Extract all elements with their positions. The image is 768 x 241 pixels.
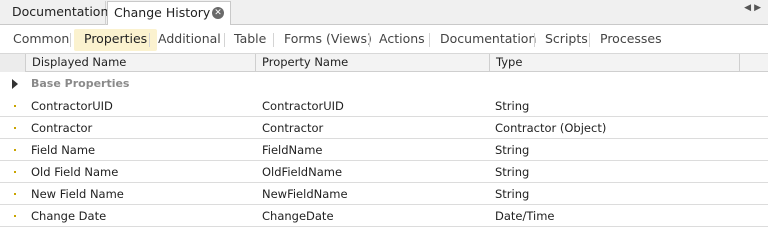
tab-change-history-label: Change History * xyxy=(114,5,221,20)
tab-separator xyxy=(534,33,535,47)
row-marker-icon xyxy=(14,149,16,151)
row-marker-icon xyxy=(14,171,16,173)
chevron-left-icon[interactable]: ◀ xyxy=(744,3,754,13)
tab-scripts[interactable]: Scripts xyxy=(545,29,588,51)
row-marker-icon xyxy=(14,215,16,217)
displayed-name-cell: ContractorUID xyxy=(31,99,113,113)
displayed-name-cell: Old Field Name xyxy=(31,165,119,179)
tab-separator xyxy=(369,33,370,47)
row-marker-icon xyxy=(14,193,16,195)
tab-documentation[interactable]: Documentation xyxy=(0,1,108,25)
grid-header: Displayed Name Property Name Type xyxy=(0,54,768,72)
row-marker-icon xyxy=(14,127,16,129)
table-row[interactable]: New Field Name NewFieldName String xyxy=(0,183,768,205)
type-cell: String xyxy=(495,143,530,157)
column-header-filler xyxy=(740,54,768,72)
property-name-cell: NewFieldName xyxy=(262,187,348,201)
displayed-name-cell: Contractor xyxy=(31,121,93,135)
section-tab-bar: Common Properties Additional Table Forms… xyxy=(0,25,768,53)
close-icon[interactable]: ✕ xyxy=(212,7,224,19)
column-header-type[interactable]: Type xyxy=(490,54,740,72)
tab-scroll-arrows: ◀▶ xyxy=(744,3,764,13)
tab-separator xyxy=(149,33,150,47)
tab-separator xyxy=(589,33,590,47)
document-tab-strip: Documentation Change History * ✕ ◀▶ xyxy=(0,0,768,26)
expand-arrow-icon[interactable] xyxy=(12,79,18,89)
property-name-cell: OldFieldName xyxy=(262,165,343,179)
chevron-right-icon[interactable]: ▶ xyxy=(754,3,764,13)
table-row[interactable]: Old Field Name OldFieldName String xyxy=(0,161,768,183)
tab-separator xyxy=(224,33,225,47)
type-cell: Date/Time xyxy=(495,209,555,223)
row-indicator-header xyxy=(0,54,26,72)
group-label: Base Properties xyxy=(31,77,130,90)
tab-properties[interactable]: Properties xyxy=(74,29,158,51)
properties-grid: Displayed Name Property Name Type Base P… xyxy=(0,53,768,241)
type-cell: Contractor (Object) xyxy=(495,121,607,135)
type-cell: String xyxy=(495,165,530,179)
table-row[interactable]: Change Date ChangeDate Date/Time xyxy=(0,205,768,227)
group-row-base-properties[interactable]: Base Properties xyxy=(0,73,768,95)
type-cell: String xyxy=(495,99,530,113)
property-name-cell: Contractor xyxy=(262,121,324,135)
tab-separator xyxy=(429,33,430,47)
column-header-property-name[interactable]: Property Name xyxy=(256,54,490,72)
table-row[interactable]: ContractorUID ContractorUID String xyxy=(0,95,768,117)
property-name-cell: ChangeDate xyxy=(262,209,334,223)
displayed-name-cell: Field Name xyxy=(31,143,96,157)
displayed-name-cell: Change Date xyxy=(31,209,107,223)
tab-documentation-section[interactable]: Documentation xyxy=(440,29,536,51)
tab-processes[interactable]: Processes xyxy=(600,29,662,51)
tab-actions[interactable]: Actions xyxy=(379,29,425,51)
tab-separator xyxy=(273,33,274,47)
table-row[interactable]: Field Name FieldName String xyxy=(0,139,768,161)
table-row[interactable]: Contractor Contractor Contractor (Object… xyxy=(0,117,768,139)
column-header-displayed-name[interactable]: Displayed Name xyxy=(26,54,256,72)
tab-common[interactable]: Common xyxy=(13,29,69,51)
property-name-cell: FieldName xyxy=(262,143,323,157)
type-cell: String xyxy=(495,187,530,201)
displayed-name-cell: New Field Name xyxy=(31,187,124,201)
tab-table[interactable]: Table xyxy=(234,29,266,51)
tab-change-history[interactable]: Change History * ✕ xyxy=(107,1,231,26)
tab-additional[interactable]: Additional xyxy=(158,29,221,51)
tab-forms-views[interactable]: Forms (Views) xyxy=(284,29,372,51)
tab-separator xyxy=(70,33,71,47)
property-name-cell: ContractorUID xyxy=(262,99,344,113)
row-marker-icon xyxy=(14,105,16,107)
